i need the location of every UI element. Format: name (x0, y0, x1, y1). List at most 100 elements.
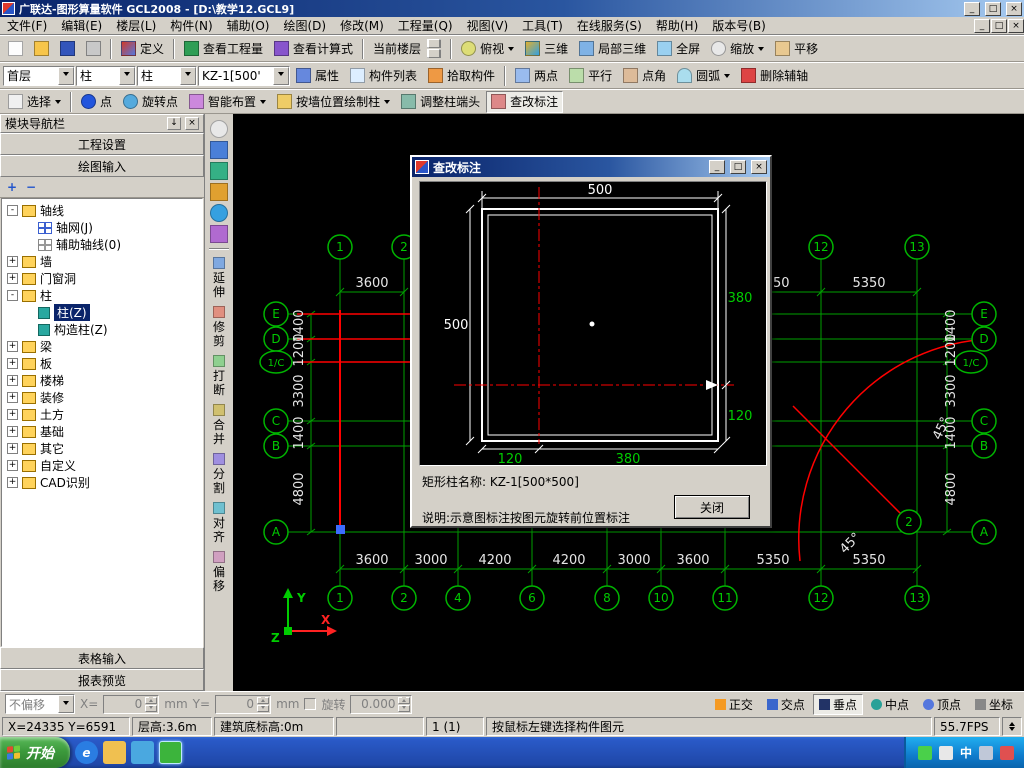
spin-down-icon[interactable] (398, 704, 411, 712)
collapse-icon[interactable]: - (7, 290, 18, 301)
ortho-button[interactable]: 正交 (709, 694, 759, 715)
tree-item-foundation[interactable]: + 基础 (2, 423, 202, 440)
dialog-minimize-button[interactable]: _ (709, 160, 725, 174)
tree-item-decoration[interactable]: + 装修 (2, 389, 202, 406)
tree-item-column-z[interactable]: 柱(Z) (2, 304, 202, 321)
expand-icon[interactable]: + (7, 409, 18, 420)
pan-button[interactable]: 平移 (770, 38, 823, 60)
print-button[interactable] (81, 38, 106, 60)
intersection-snap-button[interactable]: 交点 (761, 694, 811, 715)
tree-item-axis[interactable]: - 轴线 (2, 202, 202, 219)
collapse-all-button[interactable]: − (23, 180, 39, 195)
parallel-button[interactable]: 平行 (564, 65, 617, 87)
table-input-button[interactable]: 表格输入 (0, 647, 204, 669)
menu-modify[interactable]: 修改(M) (333, 16, 391, 35)
trim-button[interactable]: 修剪 (213, 304, 226, 350)
modify-annotation-button[interactable]: 查改标注 (486, 90, 564, 113)
expand-icon[interactable]: + (7, 477, 18, 488)
open-button[interactable] (29, 38, 54, 60)
view-quantity-button[interactable]: 查看工程量 (179, 38, 268, 60)
attribute-button[interactable]: 属性 (291, 65, 344, 87)
start-button[interactable]: 开始 (0, 737, 70, 768)
menu-quantity[interactable]: 工程量(Q) (391, 16, 460, 35)
component-select[interactable]: KZ-1[500' (198, 65, 290, 86)
expand-icon[interactable]: + (7, 392, 18, 403)
expand-icon[interactable]: + (7, 460, 18, 471)
spin-down-icon[interactable] (257, 704, 270, 712)
ime-indicator[interactable]: 中 (960, 744, 972, 761)
tray-document-icon[interactable] (938, 745, 953, 760)
zoom-button[interactable]: 缩放 (706, 38, 769, 60)
status-spinner[interactable] (1002, 717, 1022, 736)
tree-item-earthwork[interactable]: + 土方 (2, 406, 202, 423)
two-point-button[interactable]: 两点 (510, 65, 563, 87)
spin-up-icon[interactable] (257, 696, 270, 704)
midpoint-snap-button[interactable]: 中点 (865, 694, 915, 715)
expand-icon[interactable]: + (7, 273, 18, 284)
menu-online-service[interactable]: 在线服务(S) (570, 16, 649, 35)
refresh-icon[interactable] (210, 225, 228, 243)
three-d-button[interactable]: 三维 (520, 38, 573, 60)
tree-item-constructional-column[interactable]: 构造柱(Z) (2, 321, 202, 338)
taskbar-gcl-active-icon[interactable] (159, 741, 182, 764)
menu-tools[interactable]: 工具(T) (515, 16, 570, 35)
pin-icon[interactable]: ↓ (167, 117, 181, 130)
combo-arrow-icon[interactable] (180, 66, 196, 85)
spin-up-icon[interactable] (145, 696, 158, 704)
adjust-column-end-button[interactable]: 调整柱端头 (396, 91, 485, 113)
offset-mode-select[interactable]: 不偏移 (5, 694, 75, 714)
tree-item-custom[interactable]: + 自定义 (2, 457, 202, 474)
tree-item-axis-grid[interactable]: 轴网(J) (2, 219, 202, 236)
measure-icon[interactable] (210, 162, 228, 180)
dialog-close-button[interactable]: 关闭 (674, 495, 750, 519)
menu-floor[interactable]: 楼层(L) (109, 16, 163, 35)
pick-component-button[interactable]: 拾取构件 (423, 65, 500, 87)
category-select[interactable]: 柱 (76, 65, 136, 86)
tree-item-slab[interactable]: + 板 (2, 355, 202, 372)
x-offset-input[interactable]: 0 (103, 694, 160, 714)
expand-icon[interactable]: + (7, 426, 18, 437)
menu-edit[interactable]: 编辑(E) (54, 16, 109, 35)
draw-input-button[interactable]: 绘图输入 (0, 155, 204, 177)
combo-arrow-icon[interactable] (58, 695, 74, 713)
rotate-angle-input[interactable]: 0.000 (350, 694, 413, 714)
draw-by-wall-button[interactable]: 按墙位置绘制柱 (272, 91, 395, 113)
tree-item-door-window[interactable]: + 门窗洞 (2, 270, 202, 287)
report-preview-button[interactable]: 报表预览 (0, 669, 204, 691)
expand-icon[interactable]: + (7, 443, 18, 454)
current-floor-button[interactable]: 当前楼层 (368, 38, 446, 60)
arc-button[interactable]: 圆弧 (672, 65, 735, 87)
mdi-close-button[interactable]: × (1008, 18, 1024, 33)
spin-up-icon[interactable] (398, 696, 411, 704)
restore-button[interactable]: □ (985, 1, 1001, 16)
pan-icon[interactable] (210, 183, 228, 201)
dialog-maximize-button[interactable]: □ (730, 160, 746, 174)
offset-button[interactable]: 偏移 (213, 549, 226, 595)
menu-version[interactable]: 版本号(B) (705, 16, 773, 35)
tree-item-other[interactable]: + 其它 (2, 440, 202, 457)
top-view-button[interactable]: 俯视 (456, 38, 519, 60)
project-settings-button[interactable]: 工程设置 (0, 133, 204, 155)
fullscreen-button[interactable]: 全屏 (652, 38, 705, 60)
tree-item-cad-recognition[interactable]: + CAD识别 (2, 474, 202, 491)
y-offset-input[interactable]: 0 (215, 694, 272, 714)
dialog-titlebar[interactable]: 查改标注 _ □ × (412, 157, 770, 177)
rotate-checkbox[interactable] (304, 698, 317, 710)
new-button[interactable] (3, 38, 28, 60)
zoom-window-icon[interactable] (210, 120, 228, 138)
perpendicular-snap-button[interactable]: 垂点 (812, 693, 863, 715)
taskbar-folder-icon[interactable] (103, 741, 126, 764)
tray-network-icon[interactable] (917, 745, 932, 760)
close-panel-icon[interactable]: × (185, 117, 199, 130)
component-list-button[interactable]: 构件列表 (345, 65, 422, 87)
point-angle-button[interactable]: 点角 (618, 65, 671, 87)
tray-volume-icon[interactable] (1000, 745, 1014, 760)
selection-grip[interactable] (336, 525, 345, 534)
point-button[interactable]: 点 (76, 91, 117, 113)
delete-aux-axis-button[interactable]: 删除辅轴 (736, 65, 813, 87)
mdi-restore-button[interactable]: □ (991, 18, 1007, 33)
expand-all-button[interactable]: + (4, 180, 20, 195)
close-button[interactable]: × (1006, 1, 1022, 16)
brush-icon[interactable] (210, 141, 228, 159)
break-button[interactable]: 打断 (213, 353, 226, 399)
